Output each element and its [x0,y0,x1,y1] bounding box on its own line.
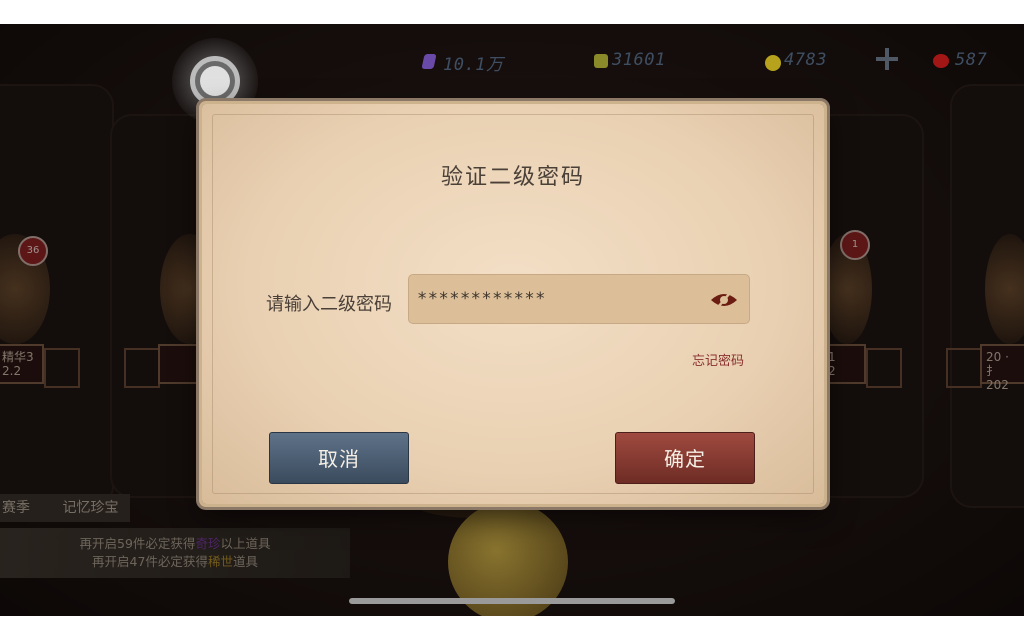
cancel-button[interactable]: 取消 [269,432,409,484]
game-screen: 36 1 精华3 2.2 1 2 20 · 扌 202 赛季 记忆珍宝 再开启5… [0,24,1024,616]
forgot-password-link[interactable]: 忘记密码 [692,350,744,369]
puzzle-count: 31601 [612,50,666,70]
home-indicator[interactable] [349,598,675,604]
ruby-count: 587 [955,50,988,70]
puzzle-piece-icon [594,54,608,68]
dialog-title: 验证二级密码 [440,165,585,190]
add-currency-button[interactable] [874,46,900,72]
coin-icon [765,55,781,71]
coin-count: 4783 [784,50,827,70]
hide-password-eye-icon[interactable] [709,290,739,310]
secondary-password-dialog: 验证二级密码 请输入二级密码 ************ 忘记密码 取消 确定 [202,104,824,504]
ruby-icon [933,54,949,68]
password-input[interactable]: ************ [408,274,750,324]
password-value: ************ [417,289,546,309]
gem-count: 10.1万 [443,55,504,75]
floating-assistive-button-knob[interactable] [190,56,240,106]
confirm-button[interactable]: 确定 [615,432,755,484]
password-label: 请输入二级密码 [266,294,392,315]
